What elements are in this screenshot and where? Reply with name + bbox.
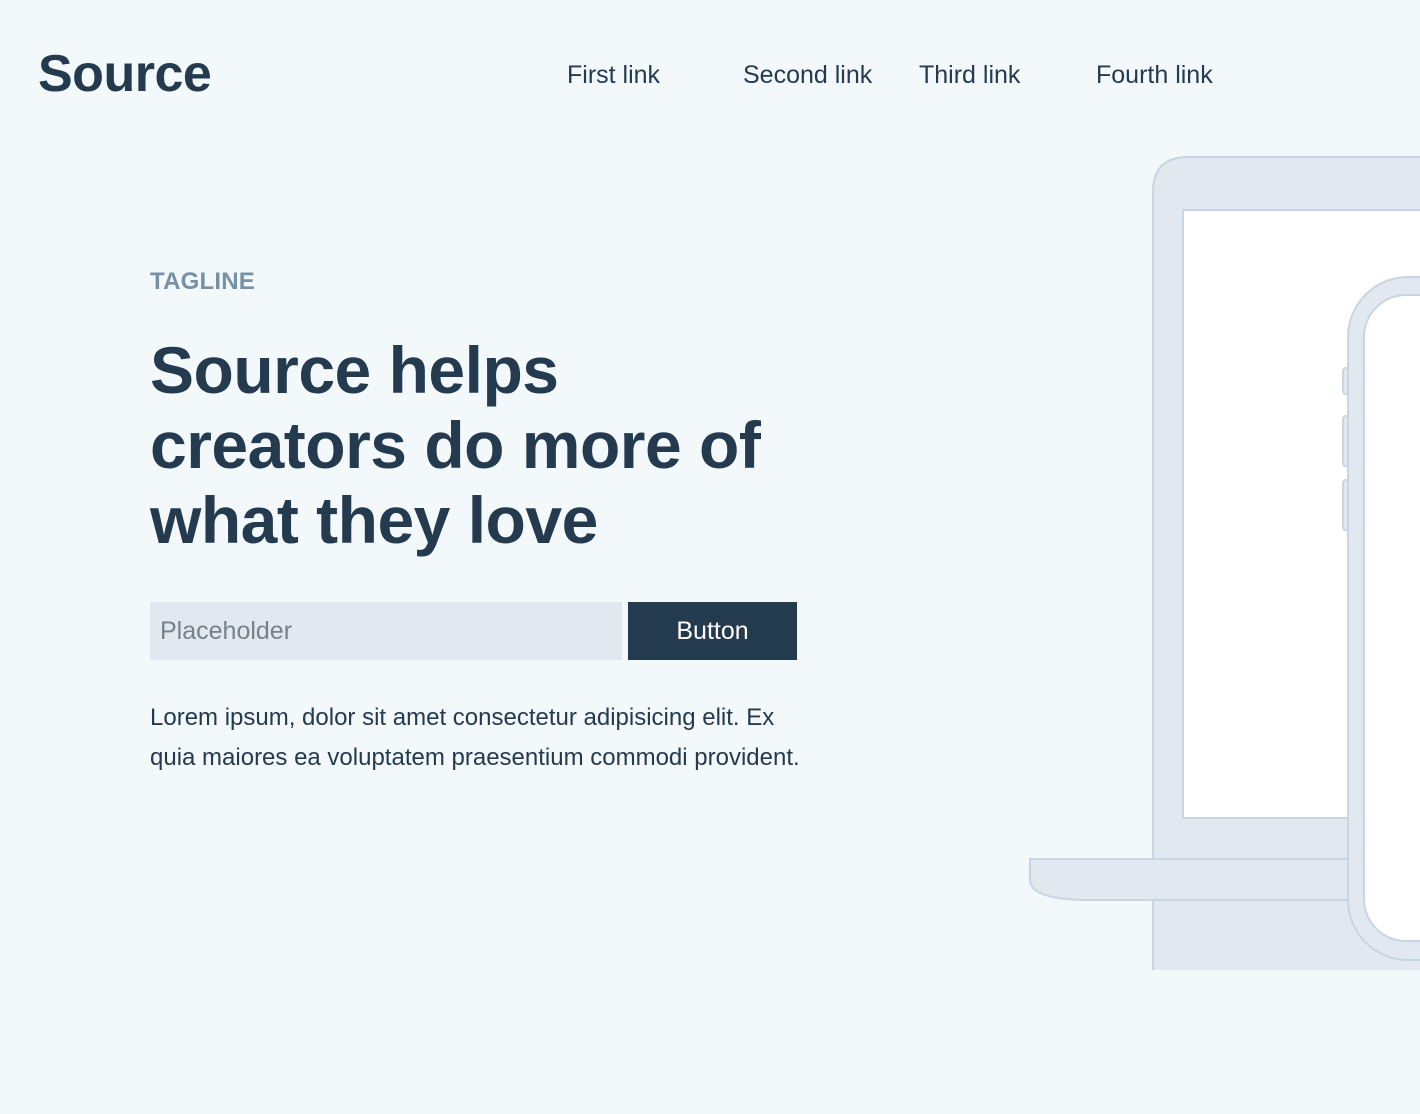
phone-screen: [1363, 294, 1420, 942]
tagline: TAGLINE: [150, 268, 255, 295]
devices-illustration: [1029, 156, 1420, 970]
nav-link-first[interactable]: First link: [567, 60, 660, 90]
logo[interactable]: Source: [38, 48, 212, 100]
hero-input[interactable]: [150, 602, 622, 660]
hero-description: Lorem ipsum, dolor sit amet consectetur …: [150, 704, 800, 771]
phone-illustration: [1342, 276, 1420, 961]
nav-link-second[interactable]: Second link: [743, 60, 872, 90]
hero-cta-button[interactable]: Button: [628, 602, 797, 660]
nav-link-third[interactable]: Third link: [919, 60, 1020, 90]
nav-link-fourth[interactable]: Fourth link: [1096, 60, 1213, 90]
hero-headline: Source helps creators do more of what th…: [150, 333, 761, 557]
